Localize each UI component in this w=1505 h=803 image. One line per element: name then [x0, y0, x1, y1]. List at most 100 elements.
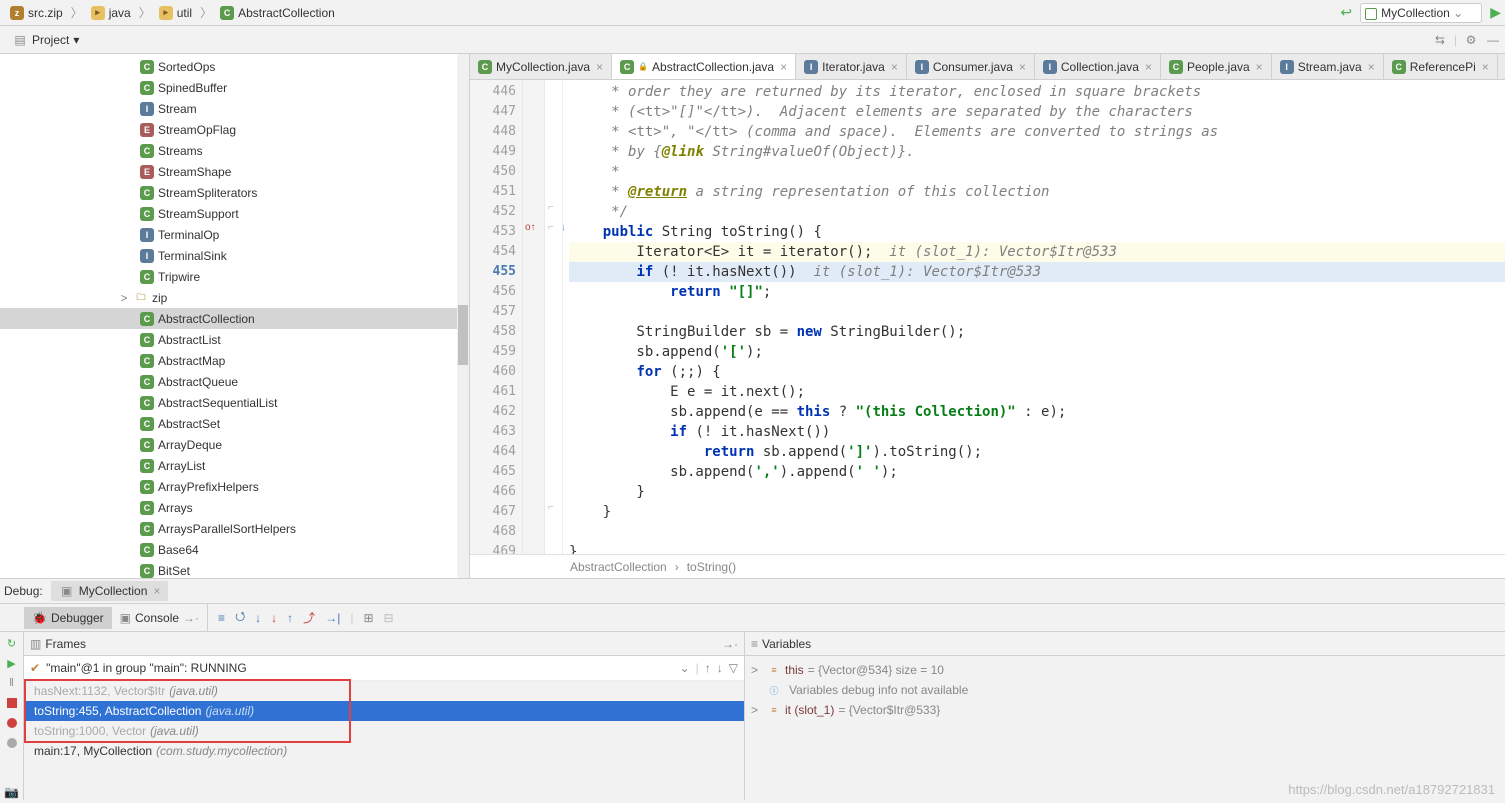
variable-row[interactable]: >≡it (slot_1) = {Vector$Itr@533}: [751, 700, 1499, 720]
stop-icon[interactable]: [5, 696, 19, 710]
editor-tab[interactable]: CReferencePi×: [1384, 54, 1498, 79]
code-line[interactable]: sb.append('[');: [569, 342, 1505, 362]
tree-item[interactable]: CArraysParallelSortHelpers: [0, 518, 469, 539]
line-number[interactable]: 458: [470, 322, 516, 342]
line-number[interactable]: 457: [470, 302, 516, 322]
line-number[interactable]: 451: [470, 182, 516, 202]
code-line[interactable]: Iterator<E> it = iterator(); it (slot_1)…: [569, 242, 1505, 262]
project-tree[interactable]: CSortedOpsCSpinedBufferIStreamEStreamOpF…: [0, 54, 470, 578]
code-line[interactable]: }: [569, 542, 1505, 554]
editor-tab[interactable]: CMyCollection.java×: [470, 54, 612, 79]
dropdown-icon[interactable]: ⌄: [680, 661, 690, 675]
run-config-combo[interactable]: MyCollection ⌄: [1360, 3, 1482, 23]
debugger-tab[interactable]: 🐞 Debugger: [24, 607, 112, 629]
code-line[interactable]: */: [569, 202, 1505, 222]
tree-item[interactable]: IStream: [0, 98, 469, 119]
editor-tab[interactable]: C🔒AbstractCollection.java×: [612, 54, 796, 79]
tree-item[interactable]: CAbstractCollection: [0, 308, 469, 329]
variable-row[interactable]: ⓘVariables debug info not available: [751, 680, 1499, 700]
editor-tab[interactable]: IConsumer.java×: [907, 54, 1035, 79]
code-line[interactable]: *: [569, 162, 1505, 182]
mute-breakpoints-icon[interactable]: [5, 736, 19, 750]
breadcrumb-item[interactable]: ▸java: [85, 4, 137, 22]
tree-scrollbar[interactable]: [457, 54, 469, 578]
line-number[interactable]: 462: [470, 402, 516, 422]
tree-item[interactable]: CStreamSupport: [0, 203, 469, 224]
line-number[interactable]: 465: [470, 462, 516, 482]
step-out-icon[interactable]: ↑: [287, 611, 293, 625]
show-execution-icon[interactable]: ≡: [218, 611, 225, 625]
fold-end-icon[interactable]: ⌐: [548, 202, 554, 213]
line-number[interactable]: 455: [470, 262, 516, 282]
line-number[interactable]: 464: [470, 442, 516, 462]
editor-tab[interactable]: ICollection.java×: [1035, 54, 1161, 79]
tree-item[interactable]: ITerminalSink: [0, 245, 469, 266]
line-gutter[interactable]: 4464474484494504514524534544554564574584…: [470, 80, 523, 554]
project-view-button[interactable]: ▤ Project ▾: [4, 29, 87, 51]
tree-item[interactable]: CArrayList: [0, 455, 469, 476]
tree-item[interactable]: CAbstractSet: [0, 413, 469, 434]
code-line[interactable]: [569, 522, 1505, 542]
line-number[interactable]: 469: [470, 542, 516, 554]
fold-column[interactable]: ⌐ ⌐ ⌐: [545, 80, 563, 554]
fold-end-icon[interactable]: ⌐: [548, 502, 554, 513]
thread-selector[interactable]: ✔ "main"@1 in group "main": RUNNING ⌄ | …: [24, 656, 744, 681]
tree-item[interactable]: CArrayPrefixHelpers: [0, 476, 469, 497]
evaluate-icon[interactable]: ⊞: [363, 611, 373, 625]
close-icon[interactable]: ×: [153, 584, 160, 598]
step-into-icon[interactable]: ↓: [255, 611, 261, 625]
code-line[interactable]: return sb.append(']').toString();: [569, 442, 1505, 462]
code-line[interactable]: sb.append(',').append(' ');: [569, 462, 1505, 482]
tree-item[interactable]: CSpinedBuffer: [0, 77, 469, 98]
tree-item[interactable]: EStreamOpFlag: [0, 119, 469, 140]
code-line[interactable]: * <tt>", "</tt> (comma and space). Eleme…: [569, 122, 1505, 142]
stack-frame[interactable]: main:17, MyCollection(com.study.mycollec…: [24, 741, 744, 761]
line-number[interactable]: 466: [470, 482, 516, 502]
line-number[interactable]: 461: [470, 382, 516, 402]
debug-session-tab[interactable]: ▣ MyCollection ×: [51, 581, 169, 601]
editor-tab[interactable]: CPeople.java×: [1161, 54, 1272, 79]
code-line[interactable]: if (! it.hasNext()): [569, 422, 1505, 442]
tree-item[interactable]: CArrays: [0, 497, 469, 518]
collapse-icon[interactable]: ⇆: [1432, 32, 1448, 48]
code-line[interactable]: if (! it.hasNext()) it (slot_1): Vector$…: [569, 262, 1505, 282]
tree-item[interactable]: CTripwire: [0, 266, 469, 287]
close-icon[interactable]: ×: [1482, 60, 1489, 74]
rerun-icon[interactable]: ↻: [5, 636, 19, 650]
line-number[interactable]: 446: [470, 82, 516, 102]
code-line[interactable]: * order they are returned by its iterato…: [569, 82, 1505, 102]
tree-item[interactable]: CBase64: [0, 539, 469, 560]
resume-icon[interactable]: ▶: [5, 656, 19, 670]
code-line[interactable]: * by {@link String#valueOf(Object)}.: [569, 142, 1505, 162]
minimize-icon[interactable]: —: [1485, 32, 1501, 48]
code-line[interactable]: public String toString() {: [569, 222, 1505, 242]
stack-frame[interactable]: toString:455, AbstractCollection(java.ut…: [24, 701, 744, 721]
tree-item[interactable]: >🗀zip: [0, 287, 469, 308]
filter-frames-icon[interactable]: ▽: [729, 661, 738, 675]
camera-icon[interactable]: 📷: [4, 785, 19, 799]
code-line[interactable]: sb.append(e == this ? "(this Collection)…: [569, 402, 1505, 422]
code-line[interactable]: for (;;) {: [569, 362, 1505, 382]
tree-item[interactable]: CSortedOps: [0, 56, 469, 77]
override-up-icon[interactable]: o↑: [525, 222, 536, 233]
pause-icon[interactable]: ‖: [5, 676, 19, 690]
code-line[interactable]: * (<tt>"[]"</tt>). Adjacent elements are…: [569, 102, 1505, 122]
tree-item[interactable]: EStreamShape: [0, 161, 469, 182]
close-icon[interactable]: ×: [596, 60, 603, 74]
line-number[interactable]: 459: [470, 342, 516, 362]
gear-icon[interactable]: ⚙: [1463, 32, 1479, 48]
line-number[interactable]: 449: [470, 142, 516, 162]
line-number[interactable]: 454: [470, 242, 516, 262]
close-icon[interactable]: ×: [1368, 60, 1375, 74]
line-number[interactable]: 450: [470, 162, 516, 182]
next-frame-icon[interactable]: ↓: [717, 661, 723, 675]
breadcrumb-item[interactable]: ▸util: [153, 4, 198, 22]
line-number[interactable]: 456: [470, 282, 516, 302]
line-number[interactable]: 447: [470, 102, 516, 122]
code-line[interactable]: [569, 302, 1505, 322]
tree-item[interactable]: ITerminalOp: [0, 224, 469, 245]
close-icon[interactable]: ×: [1145, 60, 1152, 74]
step-over-icon[interactable]: ⭯: [235, 607, 245, 628]
code-line[interactable]: * @return a string representation of thi…: [569, 182, 1505, 202]
tree-item[interactable]: CArrayDeque: [0, 434, 469, 455]
